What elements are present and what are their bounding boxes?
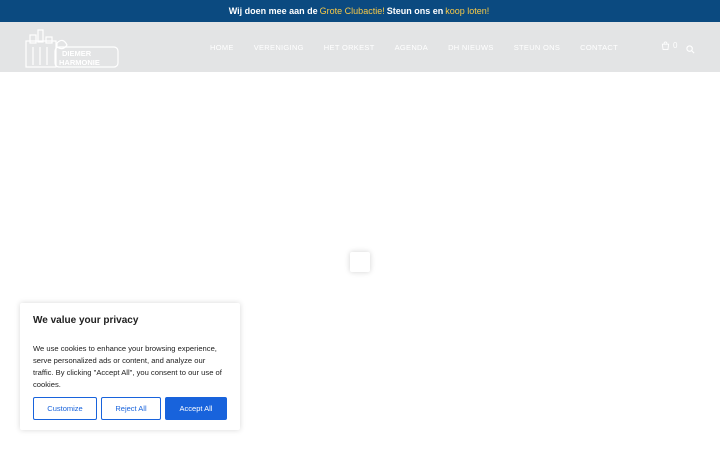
nav-contact[interactable]: CONTACT — [580, 43, 618, 52]
nav-vereniging[interactable]: VERENIGING — [254, 43, 304, 52]
search-icon — [686, 45, 695, 54]
customize-button[interactable]: Customize — [33, 397, 97, 420]
accept-all-button[interactable]: Accept All — [165, 397, 227, 420]
diemer-harmonie-logo[interactable]: DIEMER HARMONIE — [24, 25, 120, 69]
nav-het-orkest[interactable]: HET ORKEST — [324, 43, 375, 52]
reject-all-button[interactable]: Reject All — [101, 397, 161, 420]
site-header: DIEMER HARMONIE HOME VERENIGING HET ORKE… — [0, 22, 720, 72]
clubactie-link[interactable]: Grote Clubactie! — [320, 6, 385, 16]
announcement-bar: Wij doen mee aan de Grote Clubactie! Ste… — [0, 0, 720, 22]
announcement-text-2: Steun ons en — [386, 6, 444, 16]
main-nav: HOME VERENIGING HET ORKEST AGENDA DH NIE… — [200, 22, 628, 72]
cookie-button-group: Customize Reject All Accept All — [33, 397, 231, 420]
cookie-title: We value your privacy — [33, 315, 139, 326]
announcement-text-1: Wij doen mee aan de — [228, 6, 318, 16]
shopping-bag-icon — [661, 41, 670, 50]
cart-count: 0 — [673, 41, 678, 50]
search-button[interactable] — [686, 41, 695, 59]
cookie-description: We use cookies to enhance your browsing … — [33, 344, 222, 389]
cookie-consent-banner: We value your privacy We use cookies to … — [20, 303, 240, 430]
cart-button[interactable]: 0 — [661, 41, 677, 50]
nav-steun-ons[interactable]: STEUN ONS — [514, 43, 560, 52]
buy-tickets-link[interactable]: koop loten! — [445, 6, 489, 16]
nav-agenda[interactable]: AGENDA — [395, 43, 428, 52]
svg-text:HARMONIE: HARMONIE — [59, 58, 100, 67]
nav-dh-nieuws[interactable]: DH NIEUWS — [448, 43, 494, 52]
nav-home[interactable]: HOME — [210, 43, 234, 52]
loading-spinner — [350, 252, 370, 272]
svg-text:DIEMER: DIEMER — [62, 49, 92, 58]
